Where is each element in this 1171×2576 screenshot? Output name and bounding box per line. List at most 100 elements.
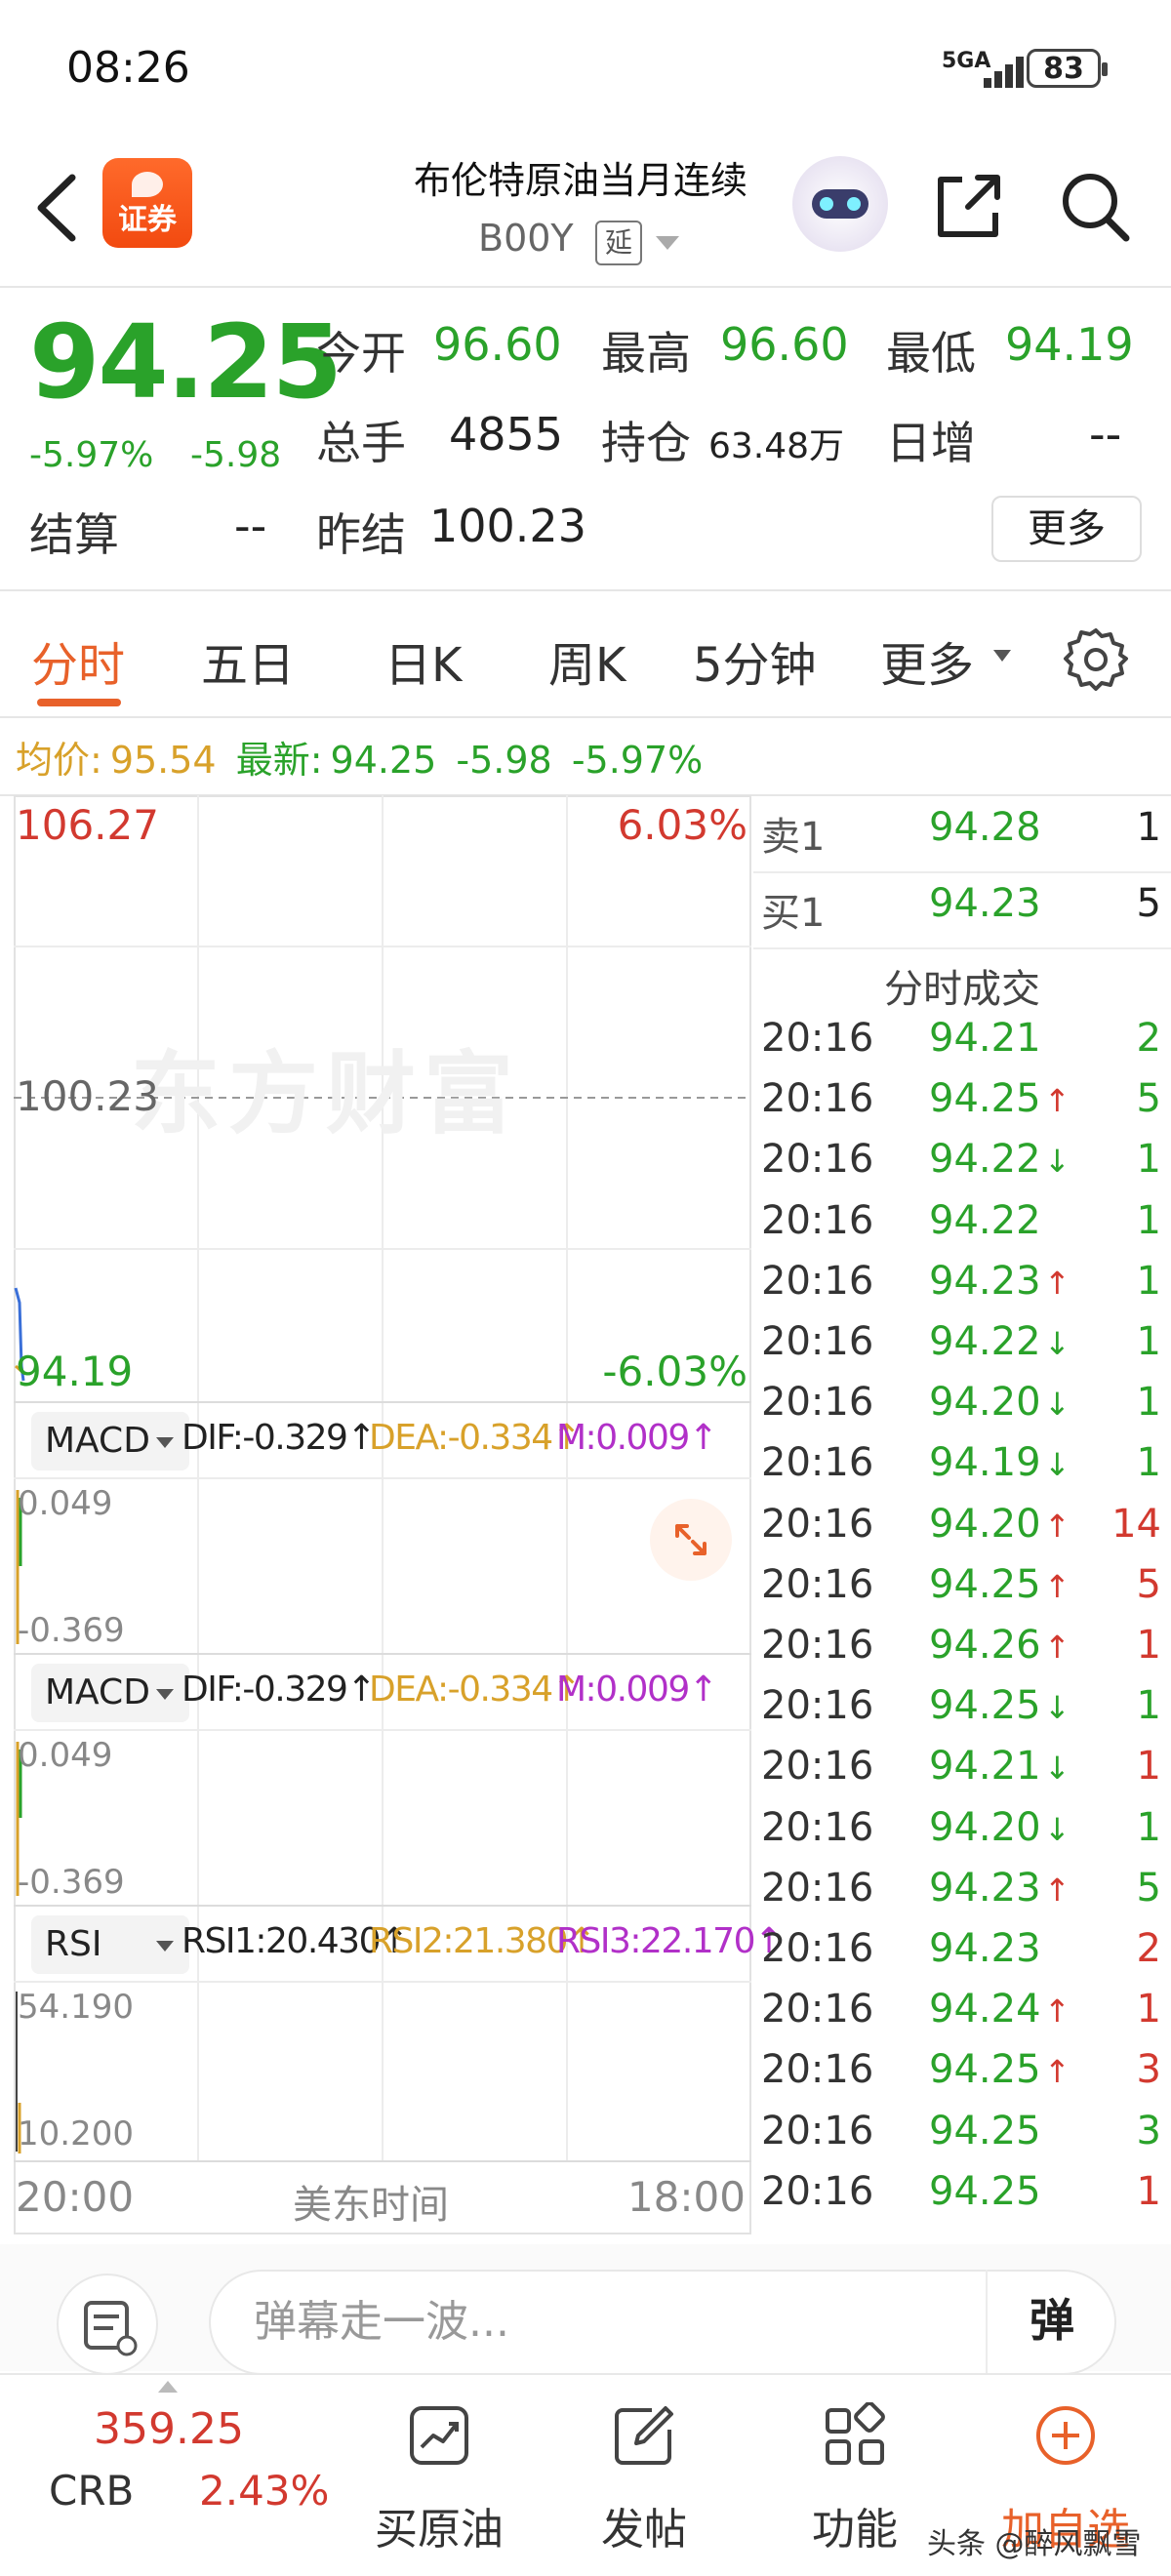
tab-five-minute[interactable]: 5分钟 bbox=[693, 626, 817, 695]
securities-label: 证券 bbox=[118, 203, 177, 237]
arrow-up-icon: ↑ bbox=[1044, 1264, 1070, 1302]
trade-volume: 1 bbox=[1136, 1623, 1161, 1668]
trade-time: 20:16 bbox=[761, 1744, 874, 1790]
status-time: 08:26 bbox=[66, 43, 190, 93]
arrow-up-icon: ↑ bbox=[1044, 1629, 1070, 1666]
nav-label: 功能 bbox=[812, 2505, 898, 2555]
crb-index-pct[interactable]: 2.43% bbox=[199, 2467, 329, 2515]
crb-index-name[interactable]: CRB bbox=[49, 2467, 134, 2515]
share-icon[interactable] bbox=[929, 166, 1009, 246]
trade-price: 94.23 bbox=[929, 1258, 1041, 1304]
indicator-select-2[interactable]: MACD bbox=[31, 1664, 189, 1722]
trade-time: 20:16 bbox=[761, 1380, 874, 1426]
chevron-up-icon[interactable] bbox=[158, 2381, 178, 2393]
trade-row: 20:16 94.26 ↑ 1 bbox=[753, 1623, 1171, 1683]
arrow-down-icon: ↓ bbox=[1044, 1386, 1070, 1424]
indicator-select-3[interactable]: RSI bbox=[31, 1915, 189, 1974]
settlement-label: 结算 bbox=[29, 508, 119, 561]
trade-time: 20:16 bbox=[761, 2047, 874, 2093]
trade-time: 20:16 bbox=[761, 2108, 874, 2153]
nav-functions[interactable]: 功能 bbox=[787, 2383, 923, 2558]
active-tab-indicator bbox=[37, 699, 121, 706]
chevron-down-icon[interactable] bbox=[656, 236, 679, 250]
more-button[interactable]: 更多 bbox=[991, 496, 1142, 562]
x-axis-start: 20:00 bbox=[16, 2173, 135, 2221]
trade-time: 20:16 bbox=[761, 1258, 874, 1304]
indicator-select-1[interactable]: MACD bbox=[31, 1412, 189, 1470]
trade-row: 20:16 94.19 ↓ 1 bbox=[753, 1440, 1171, 1501]
search-icon[interactable] bbox=[1056, 166, 1134, 246]
low-label: 最低 bbox=[886, 327, 976, 380]
trade-time: 20:16 bbox=[761, 1137, 874, 1183]
indicator-dea: DEA:-0.334↑ bbox=[369, 1418, 582, 1458]
trade-price: 94.23 bbox=[929, 1865, 1041, 1911]
crb-index-price[interactable]: 359.25 bbox=[94, 2404, 244, 2454]
prev-settlement-value: 100.23 bbox=[429, 500, 586, 552]
tab-weekly-k[interactable]: 周K bbox=[548, 626, 626, 695]
trade-row: 20:16 94.20 ↓ 1 bbox=[753, 1805, 1171, 1866]
indicator-name: MACD bbox=[45, 1672, 150, 1712]
trade-price: 94.23 bbox=[929, 1926, 1041, 1971]
divider bbox=[753, 947, 1171, 949]
daily-increase-label: 日增 bbox=[886, 417, 976, 469]
signal-icon bbox=[984, 53, 1032, 88]
divider bbox=[0, 716, 1171, 718]
nav-label: 发帖 bbox=[601, 2505, 687, 2555]
danmu-input[interactable]: 弹幕走一波... bbox=[209, 2270, 1116, 2375]
trade-volume: 14 bbox=[1111, 1501, 1161, 1547]
tab-more[interactable]: 更多 bbox=[880, 626, 974, 695]
add-circle-icon bbox=[1036, 2406, 1095, 2465]
indicator-m: M:0.009↑ bbox=[556, 1418, 718, 1458]
trade-price: 94.25 bbox=[929, 1683, 1041, 1729]
latest-value: 94.25 bbox=[330, 739, 437, 782]
indicator-bottom-value: -0.369 bbox=[18, 1863, 125, 1902]
trade-volume: 1 bbox=[1136, 1197, 1161, 1243]
gear-icon[interactable] bbox=[1062, 624, 1130, 693]
stock-code[interactable]: B00Y bbox=[478, 217, 574, 260]
trade-volume: 1 bbox=[1136, 1380, 1161, 1426]
sell1-row: 卖1 94.28 1 bbox=[753, 805, 1171, 865]
comment-settings-icon[interactable] bbox=[57, 2274, 158, 2375]
tab-daily-k[interactable]: 日K bbox=[384, 626, 462, 695]
indicator-top-value: 0.049 bbox=[18, 1736, 113, 1775]
danmu-button[interactable]: 弹 bbox=[986, 2270, 1116, 2375]
trade-panel[interactable]: 卖1 94.28 1 买1 94.23 5 分时成交 20:16 94.21 2 20… bbox=[753, 795, 1171, 2234]
tab-five-day[interactable]: 五日 bbox=[201, 626, 295, 695]
indicator-dif: DIF:-0.329↑ bbox=[182, 1418, 377, 1458]
arrow-down-icon: ↓ bbox=[1044, 1810, 1070, 1848]
trade-row: 20:16 94.25 ↑ 5 bbox=[753, 1562, 1171, 1623]
nav-post[interactable]: 发帖 bbox=[576, 2383, 712, 2558]
securities-logo-icon[interactable]: 证券 bbox=[102, 158, 192, 248]
high-label: 最高 bbox=[601, 327, 691, 380]
indicator-name: MACD bbox=[45, 1421, 150, 1461]
assistant-robot-icon[interactable] bbox=[792, 156, 888, 252]
trade-row: 20:16 94.25 ↓ 1 bbox=[753, 1683, 1171, 1744]
divider bbox=[753, 871, 1171, 873]
x-axis-timezone: 美东时间 bbox=[293, 2183, 449, 2228]
buy1-row: 买1 94.23 5 bbox=[753, 881, 1171, 942]
expand-icon[interactable] bbox=[650, 1499, 732, 1581]
trade-price: 94.25 bbox=[929, 2047, 1041, 2093]
trade-volume: 1 bbox=[1136, 1744, 1161, 1790]
trade-row: 20:16 94.22 1 bbox=[753, 1198, 1171, 1259]
back-button[interactable] bbox=[29, 164, 88, 252]
prev-settlement-label: 昨结 bbox=[316, 508, 406, 561]
arrow-up-icon: ↑ bbox=[1044, 1507, 1070, 1545]
trade-row: 20:16 94.23 ↑ 5 bbox=[753, 1866, 1171, 1926]
arrow-down-icon: ↓ bbox=[1044, 1750, 1070, 1788]
arrow-up-icon: ↑ bbox=[1044, 1082, 1070, 1120]
low-value: 94.19 bbox=[1005, 318, 1134, 371]
chevron-down-icon[interactable] bbox=[993, 650, 1011, 662]
buy1-volume: 5 bbox=[1136, 881, 1161, 926]
trade-price: 94.22 bbox=[929, 1197, 1041, 1243]
trade-time: 20:16 bbox=[761, 1865, 874, 1911]
arrow-up-icon: ↑ bbox=[1044, 1567, 1070, 1605]
trade-row: 20:16 94.20 ↑ 14 bbox=[753, 1502, 1171, 1562]
edit-icon bbox=[615, 2406, 673, 2465]
trade-price: 94.22 bbox=[929, 1319, 1041, 1364]
tab-intraday[interactable]: 分时 bbox=[31, 626, 125, 695]
intraday-chart[interactable]: 东方财富 106.27 6.03% 100.23 94.19 -6.03% MA… bbox=[14, 795, 784, 2234]
nav-buy-crude[interactable]: 买原油 bbox=[371, 2383, 507, 2558]
trade-volume: 2 bbox=[1136, 1016, 1161, 1061]
trade-price: 94.21 bbox=[929, 1016, 1041, 1061]
